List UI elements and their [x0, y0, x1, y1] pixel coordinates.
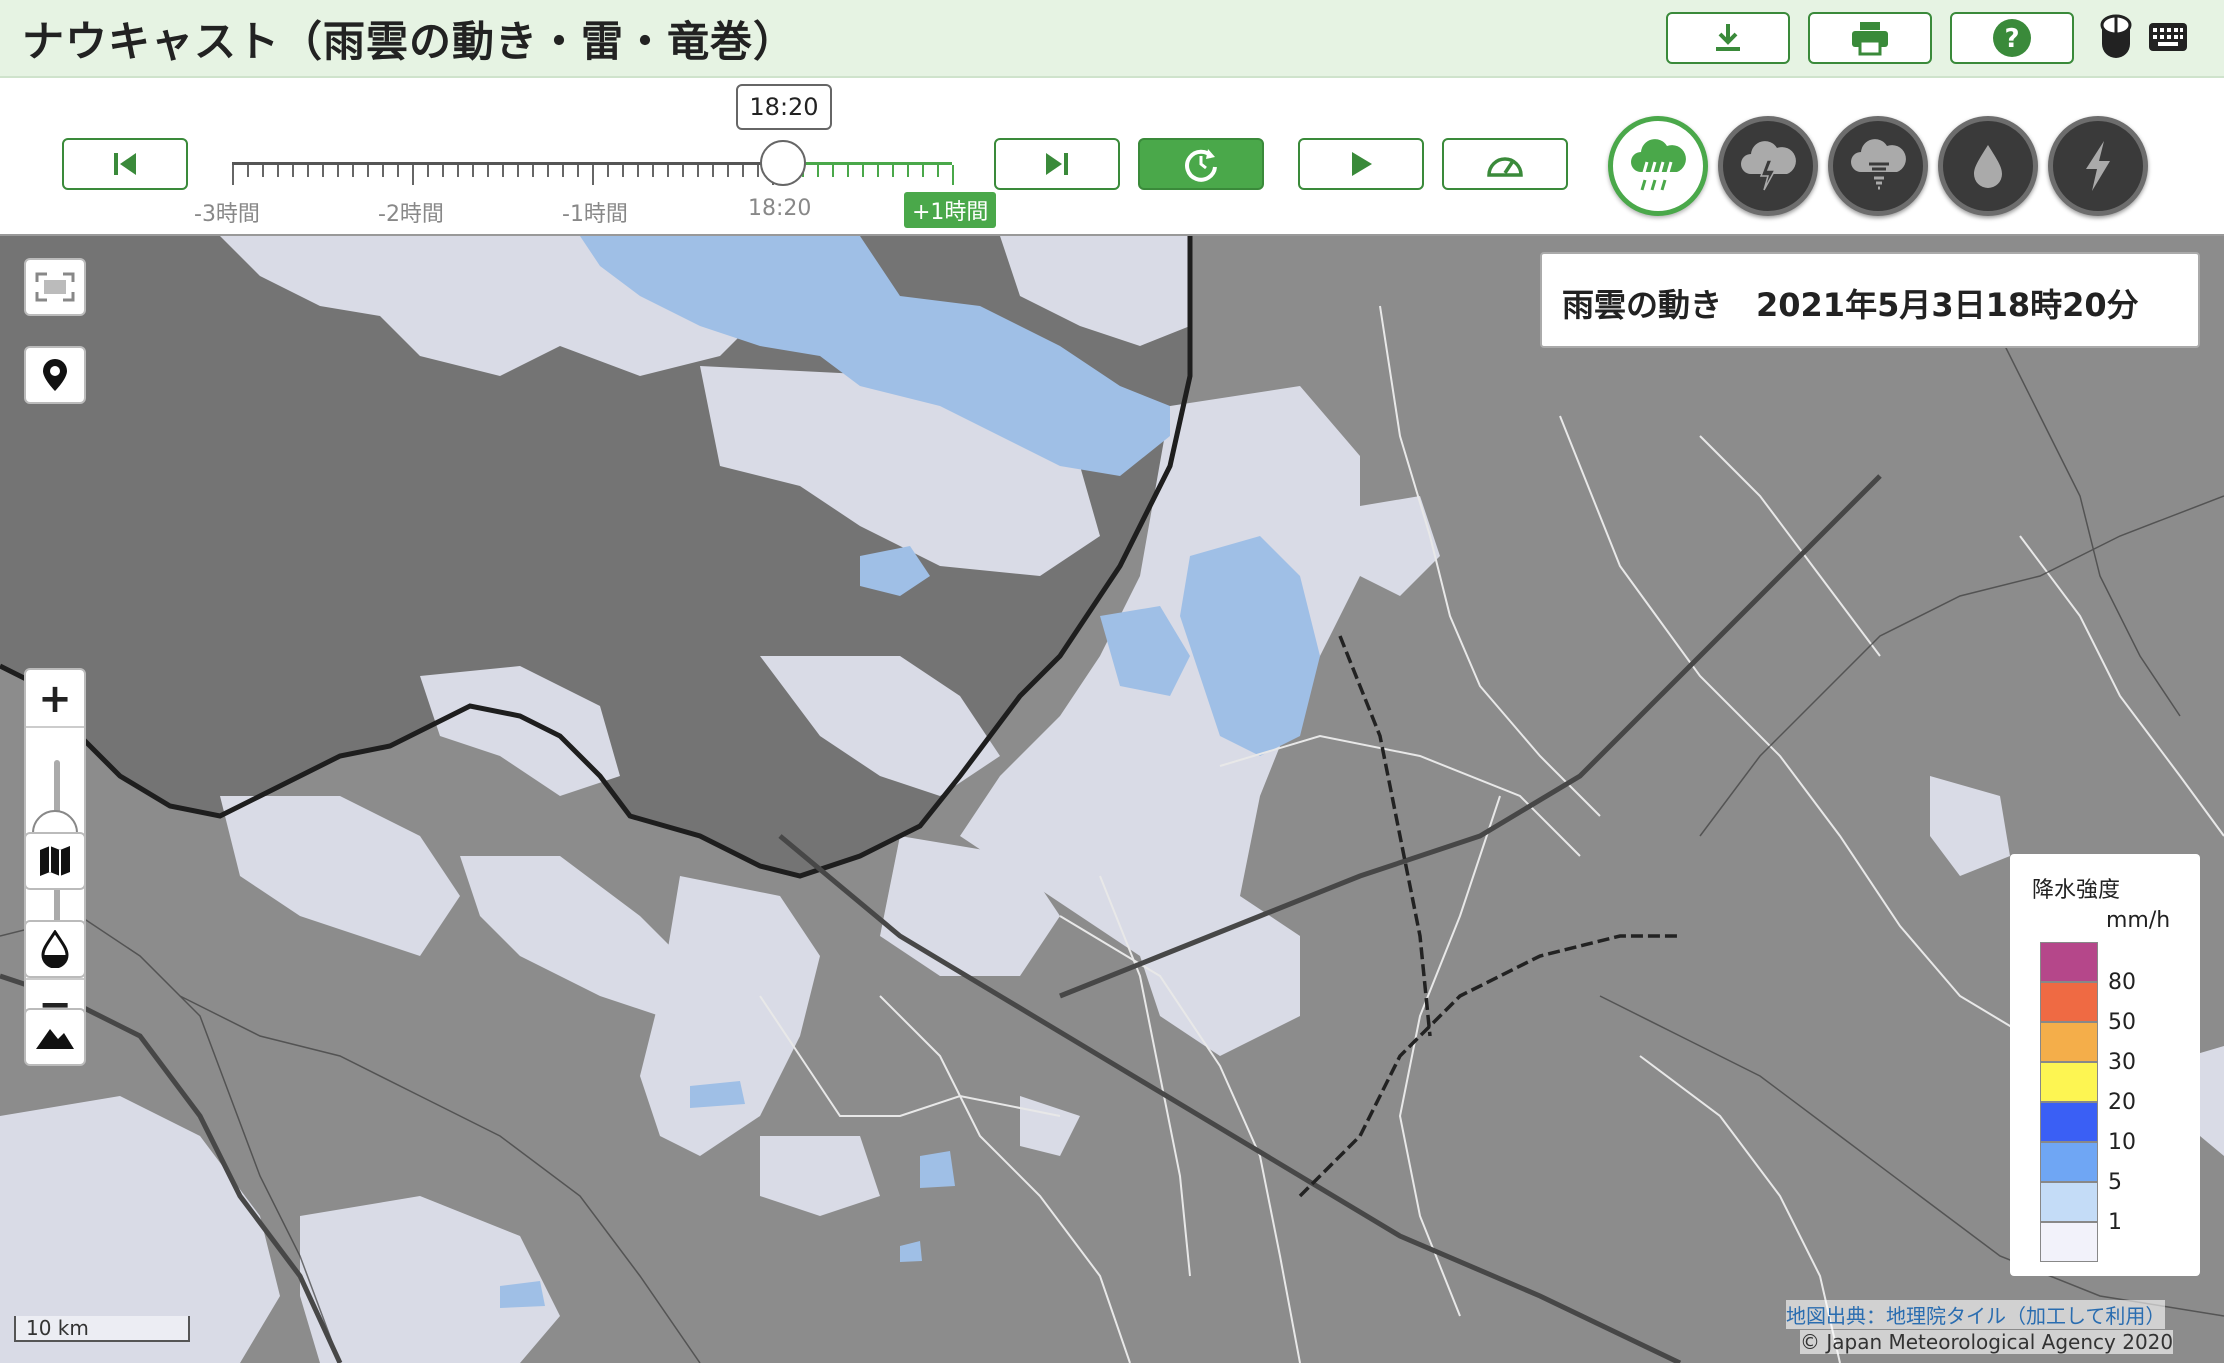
legend-unit: mm/h [2106, 908, 2171, 933]
help-icon: ? [1993, 19, 2031, 57]
opacity-button[interactable] [24, 920, 86, 978]
rain-drop-icon [1974, 145, 2002, 188]
mouse-icon[interactable] [2100, 14, 2132, 60]
keyboard-icon[interactable] [2148, 22, 2188, 52]
legend-label: 80 [2108, 970, 2136, 995]
legend-swatch [2040, 942, 2098, 982]
scale-bar: 10 km [14, 1316, 190, 1342]
play-button[interactable] [1298, 138, 1424, 190]
terrain-button[interactable] [24, 1008, 86, 1066]
svg-text:?: ? [2004, 24, 2019, 54]
mode-thunder-button[interactable] [1718, 116, 1818, 216]
tornado-cloud-icon [1851, 139, 1906, 190]
legend-swatch [2040, 1222, 2098, 1262]
mode-rain-button[interactable] [1938, 116, 2038, 216]
tick-label: -1時間 [562, 202, 628, 227]
scale-label: 10 km [26, 1316, 89, 1340]
legend-swatch [2040, 1062, 2098, 1102]
map-datetime: 2021年5月3日18時20分 [1756, 286, 2139, 324]
skip-last-icon [1046, 153, 1068, 175]
latest-button[interactable] [1138, 138, 1264, 190]
legend-swatch [2040, 1142, 2098, 1182]
download-button[interactable] [1666, 12, 1790, 64]
skip-last-button[interactable] [994, 138, 1120, 190]
basemap-button[interactable] [24, 832, 86, 890]
legend-swatch [2040, 1182, 2098, 1222]
skip-first-button[interactable] [62, 138, 188, 190]
map-info-box: 雨雲の動き 2021年5月3日18時20分 [1540, 252, 2200, 348]
fullscreen-icon [35, 272, 75, 302]
speed-button[interactable] [1442, 138, 1568, 190]
layer-name: 雨雲の動き [1562, 286, 1723, 324]
tick-label-future: +1時間 [904, 192, 997, 228]
thunder-cloud-icon [1741, 141, 1796, 191]
timeline-ticks [232, 165, 954, 185]
current-location-button[interactable] [24, 346, 86, 404]
rain-cloud-icon [1631, 139, 1686, 191]
zoom-in-button[interactable]: + [26, 676, 84, 722]
app-title: ナウキャスト（雨雲の動き・雷・竜巻） [22, 17, 797, 66]
precipitation-legend: 降水強度 mm/h 80 50 30 20 10 5 1 [2010, 854, 2200, 1276]
skip-first-icon [114, 153, 136, 175]
copyright-text: © Japan Meteorological Agency 2020 [1800, 1330, 2174, 1354]
current-time-bubble: 18:20 [736, 84, 832, 130]
timeline-slider-thumb[interactable] [760, 140, 806, 186]
map-icon [40, 846, 70, 876]
tick-label: 18:20 [748, 196, 812, 221]
print-icon [1852, 22, 1888, 56]
mountain-icon [36, 1029, 74, 1049]
help-button[interactable]: ? [1950, 12, 2074, 64]
legend-label: 5 [2108, 1170, 2122, 1195]
mode-tornado-button[interactable] [1828, 116, 1928, 216]
app-header: ナウキャスト（雨雲の動き・雷・竜巻） ? [0, 0, 2224, 78]
opacity-drop-icon [41, 930, 69, 968]
refresh-latest-icon [1185, 149, 1217, 182]
legend-title: 降水強度 [2032, 878, 2121, 903]
fullscreen-button[interactable] [24, 258, 86, 316]
zoom-divider [26, 726, 84, 728]
legend-swatch [2040, 982, 2098, 1022]
tick-label: -2時間 [378, 202, 444, 227]
map-view[interactable]: + − 雨雲の動き 2021年5月3日18時20分 降水強度 mm/h 80 50… [0, 234, 2224, 1363]
map-attribution-link[interactable]: 地図出典：地理院タイル（加工して利用） [1786, 1300, 2166, 1329]
legend-swatch [2040, 1022, 2098, 1062]
tick-label: -3時間 [194, 202, 260, 227]
legend-swatch [2040, 1102, 2098, 1142]
legend-label: 20 [2108, 1090, 2136, 1115]
speed-icon [1487, 157, 1523, 177]
mode-raincloud-button[interactable] [1608, 116, 1708, 216]
legend-label: 30 [2108, 1050, 2136, 1075]
legend-label: 1 [2108, 1210, 2122, 1235]
location-pin-icon [43, 359, 67, 391]
lightning-icon [2086, 141, 2110, 191]
map-basemap [0, 236, 2224, 1363]
play-icon [1352, 152, 1372, 176]
legend-label: 50 [2108, 1010, 2136, 1035]
zoom-divider [26, 978, 84, 980]
download-icon [1716, 24, 1740, 51]
print-button[interactable] [1808, 12, 1932, 64]
legend-label: 10 [2108, 1130, 2136, 1155]
mode-lightning-button[interactable] [2048, 116, 2148, 216]
